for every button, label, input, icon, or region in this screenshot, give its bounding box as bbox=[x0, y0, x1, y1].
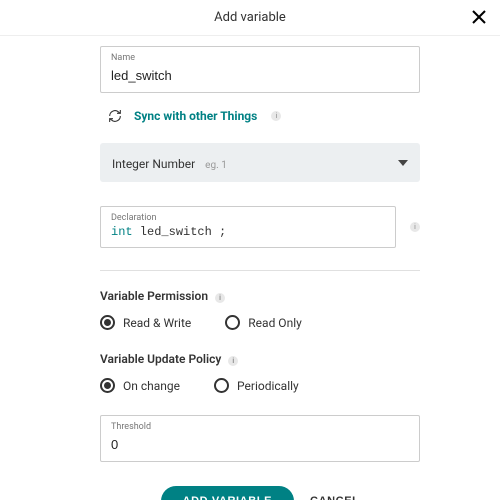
radio-icon bbox=[100, 378, 115, 393]
type-hint: eg. 1 bbox=[205, 160, 227, 171]
dialog-titlebar: Add variable bbox=[0, 0, 500, 36]
declaration-box: Declaration int led_switch ; bbox=[100, 206, 396, 248]
declaration-label: Declaration bbox=[111, 213, 385, 223]
type-value: Integer Number bbox=[112, 157, 195, 171]
permission-radios: Read & Write Read Only bbox=[100, 315, 420, 330]
dialog-scroll[interactable]: Name Sync with other Things i Integer Nu… bbox=[0, 36, 500, 500]
dialog-footer: ADD VARIABLE CANCEL bbox=[100, 486, 420, 500]
radio-icon bbox=[214, 378, 229, 393]
sync-link[interactable]: Sync with other Things bbox=[134, 109, 257, 123]
threshold-label: Threshold bbox=[111, 422, 409, 432]
cancel-button[interactable]: CANCEL bbox=[310, 495, 359, 500]
info-icon[interactable]: i bbox=[228, 356, 238, 366]
permission-read-only[interactable]: Read Only bbox=[225, 315, 302, 330]
policy-on-change[interactable]: On change bbox=[100, 378, 180, 393]
threshold-input[interactable] bbox=[111, 437, 409, 452]
policy-title: Variable Update Policy i bbox=[100, 352, 420, 366]
type-select[interactable]: Integer Number eg. 1 bbox=[100, 143, 420, 182]
radio-icon bbox=[225, 315, 240, 330]
add-variable-button[interactable]: ADD VARIABLE bbox=[161, 486, 295, 500]
info-icon[interactable]: i bbox=[410, 222, 420, 232]
name-label: Name bbox=[111, 53, 409, 63]
policy-radios: On change Periodically bbox=[100, 378, 420, 393]
close-icon[interactable] bbox=[470, 8, 488, 26]
permission-title: Variable Permission i bbox=[100, 289, 420, 303]
policy-periodically[interactable]: Periodically bbox=[214, 378, 299, 393]
info-icon[interactable]: i bbox=[271, 111, 281, 121]
threshold-field[interactable]: Threshold bbox=[100, 415, 420, 462]
info-icon[interactable]: i bbox=[215, 293, 225, 303]
declaration-code: int led_switch ; bbox=[111, 225, 385, 239]
permission-read-write[interactable]: Read & Write bbox=[100, 315, 191, 330]
divider bbox=[100, 270, 420, 271]
dialog-title: Add variable bbox=[214, 10, 286, 25]
sync-icon bbox=[106, 107, 124, 125]
name-input[interactable] bbox=[111, 68, 409, 83]
name-field[interactable]: Name bbox=[100, 46, 420, 93]
chevron-down-icon bbox=[398, 153, 408, 172]
radio-icon bbox=[100, 315, 115, 330]
